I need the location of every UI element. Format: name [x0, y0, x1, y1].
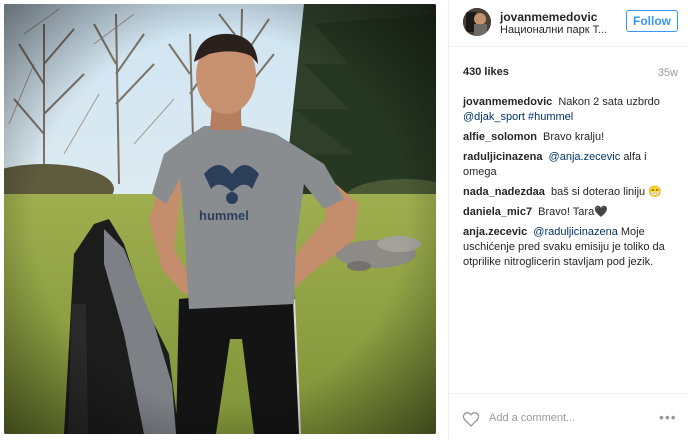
comment-mention[interactable]: @djak_sport [463, 111, 525, 123]
caption: jovanmemedovic Nakon 2 sata uzbrdo @djak… [463, 95, 681, 125]
list-item: nada_nadezdaa baš si doterao liniju 😁 [463, 185, 681, 200]
post-username[interactable]: jovanmemedovic [500, 10, 597, 24]
post-header: jovanmemedovic Национални парк Т... Foll… [449, 0, 688, 47]
comment-username[interactable]: alfie_solomon [463, 131, 537, 143]
post-footer: ••• [449, 393, 688, 440]
comments-list: jovanmemedovic Nakon 2 sata uzbrdo @djak… [463, 95, 681, 275]
post-photo[interactable]: hummel [4, 4, 436, 434]
comment-username[interactable]: nada_nadezdaa [463, 186, 545, 198]
comment-hashtag[interactable]: #hummel [528, 111, 573, 123]
list-item: alfie_solomon Bravo kralju! [463, 130, 681, 145]
comment-text: Nakon 2 sata uzbrdo [558, 96, 660, 108]
comment-mention[interactable]: @raduljicinazena [533, 226, 618, 238]
avatar[interactable] [463, 8, 491, 36]
comment-text: Bravo kralju! [543, 131, 605, 143]
list-item: anja.zecevic @raduljicinazena Moje uschi… [463, 225, 681, 270]
post-details-panel: jovanmemedovic Национални парк Т... Foll… [449, 0, 688, 439]
more-options-icon[interactable]: ••• [659, 410, 679, 424]
post-location[interactable]: Национални парк Т... [500, 24, 620, 36]
comment-username[interactable]: jovanmemedovic [463, 96, 552, 108]
add-comment-input[interactable] [489, 409, 639, 427]
list-item: daniela_mic7 Bravo! Tara🖤 [463, 205, 681, 220]
comment-mention[interactable]: @anja.zecevic [549, 151, 621, 163]
comment-username[interactable]: raduljicinazena [463, 151, 542, 163]
follow-button[interactable]: Follow [626, 10, 678, 32]
comment-username[interactable]: daniela_mic7 [463, 206, 532, 218]
black-heart-emoji-icon: 🖤 [594, 206, 608, 218]
comment-text: Bravo! Tara [538, 206, 595, 218]
heart-outline-icon[interactable] [462, 411, 480, 427]
comment-text: baš si doterao liniju [550, 186, 646, 198]
comment-username[interactable]: anja.zecevic [463, 226, 527, 238]
grin-emoji-icon: 😁 [648, 186, 662, 198]
post-photo-image: hummel [4, 4, 436, 434]
post-photo-area: hummel [0, 0, 442, 439]
post-time[interactable]: 35w [658, 67, 678, 79]
list-item: raduljicinazena @anja.zecevic alfa i ome… [463, 150, 681, 180]
avatar-image [463, 8, 491, 36]
likes-count[interactable]: 430 likes [463, 66, 509, 78]
